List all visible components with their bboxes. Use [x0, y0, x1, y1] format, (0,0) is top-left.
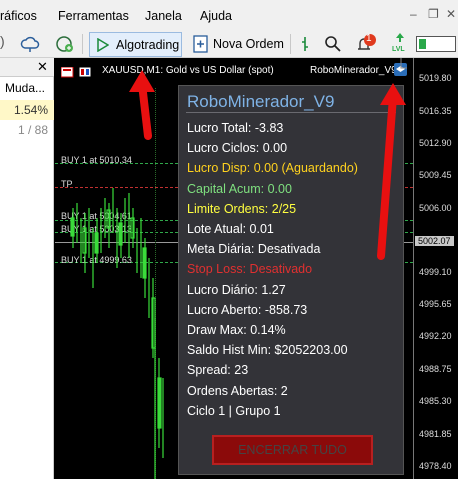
panel-row: Meta Diária: Desativada — [187, 242, 321, 257]
close-panel-icon[interactable]: ✕ — [37, 59, 48, 75]
toolbar: ) Algotrading Nova Ordem 1 LVL — [0, 30, 458, 58]
menu-ajuda[interactable]: Ajuda — [200, 9, 232, 23]
vps-icon[interactable] — [55, 34, 75, 54]
search-icon[interactable] — [323, 34, 343, 54]
price-tick: 4981.85 — [419, 429, 452, 439]
count-value: 1 / 88 — [17, 123, 48, 137]
ea-info-panel: RoboMinerador_V9 Lucro Total: -3.83 Lucro… — [178, 85, 404, 475]
algotrading-button[interactable]: Algotrading — [89, 32, 182, 57]
menu-janela[interactable]: Janela — [145, 9, 182, 23]
panel-row: Lote Atual: 0.01 — [187, 222, 274, 236]
toolbar-separator — [82, 34, 83, 54]
price-tick: 4999.10 — [419, 267, 452, 277]
menu-ferramentas[interactable]: Ferramentas — [58, 9, 129, 23]
encerrar-tudo-button[interactable]: ENCERRAR TUDO — [212, 435, 373, 465]
panel-row: Draw Max: 0.14% — [187, 323, 286, 337]
price-tick: 4985.30 — [419, 396, 452, 406]
price-tick: 5012.90 — [419, 138, 452, 148]
price-tick: 4988.75 — [419, 364, 452, 374]
column-label: Muda... — [5, 81, 46, 95]
minimize-icon[interactable]: – — [410, 7, 417, 21]
panel-row: Lucro Diário: 1.27 — [187, 282, 286, 297]
panel-row: Lucro Disp: 0.00 (Aguardando) — [187, 161, 358, 176]
close-window-icon[interactable]: ✕ — [446, 7, 456, 21]
price-tick: 5016.35 — [419, 106, 452, 116]
price-axis[interactable]: 5019.80 5016.35 5012.90 5009.45 5006.00 … — [413, 58, 458, 479]
price-tick: 4978.40 — [419, 461, 452, 471]
current-price-tag: 5002.07 — [415, 236, 454, 246]
panel-row: Limite Ordens: 2/25 — [187, 201, 297, 216]
panel-row: Lucro Total: -3.83 — [187, 121, 284, 135]
panel-row: Stop Loss: Desativado — [187, 262, 313, 277]
level-label: LVL — [392, 46, 405, 53]
battery-indicator — [416, 36, 456, 52]
panel-row: Lucro Ciclos: 0.00 — [187, 141, 288, 156]
panel-row: Saldo Hist Min: $2052203.00 — [187, 343, 348, 358]
price-tick: 5019.80 — [419, 73, 452, 83]
title-divider — [186, 112, 396, 113]
notification-count: 1 — [366, 33, 372, 44]
level-icon[interactable]: LVL — [390, 32, 410, 53]
panel-row: Ordens Abertas: 2 — [187, 383, 288, 398]
new-order-icon[interactable] — [192, 34, 212, 54]
price-tick: 4992.20 — [419, 331, 452, 341]
algotrading-label: Algotrading — [116, 38, 180, 52]
menu-bar: ráficos Ferramentas Janela Ajuda – ❐ ✕ — [0, 0, 458, 30]
panel-row: Spread: 23 — [187, 363, 249, 378]
nova-ordem-label: Nova Ordem — [213, 37, 284, 51]
panel-row: Lucro Aberto: -858.73 — [187, 302, 308, 317]
toolbar-separator — [290, 34, 291, 54]
chart-bars-icon[interactable] — [298, 34, 318, 54]
signal-icon[interactable]: ) — [0, 33, 20, 53]
panel-row: Ciclo 1 | Grupo 1 — [187, 403, 281, 418]
list-item[interactable]: 1.54% — [0, 100, 54, 120]
price-tick: 5009.45 — [419, 170, 452, 180]
price-tick: 4995.65 — [419, 299, 452, 309]
restore-icon[interactable]: ❐ — [428, 7, 439, 21]
market-watch-panel: ✕ Muda... 1.54% 1 / 88 — [0, 58, 54, 479]
list-item[interactable]: Muda... — [0, 78, 54, 98]
percent-value: 1.54% — [13, 103, 48, 117]
notifications-icon[interactable]: 1 — [355, 33, 376, 54]
panel-header: ✕ — [0, 58, 54, 77]
panel-row: Capital Acum: 0.00 — [187, 181, 292, 196]
cloud-icon[interactable] — [20, 34, 40, 54]
list-item[interactable]: 1 / 88 — [0, 120, 54, 140]
menu-graficos[interactable]: ráficos — [0, 9, 37, 23]
play-icon — [97, 38, 109, 52]
price-tick: 5006.00 — [419, 203, 452, 213]
panel-title: RoboMinerador_V9 — [187, 92, 335, 111]
